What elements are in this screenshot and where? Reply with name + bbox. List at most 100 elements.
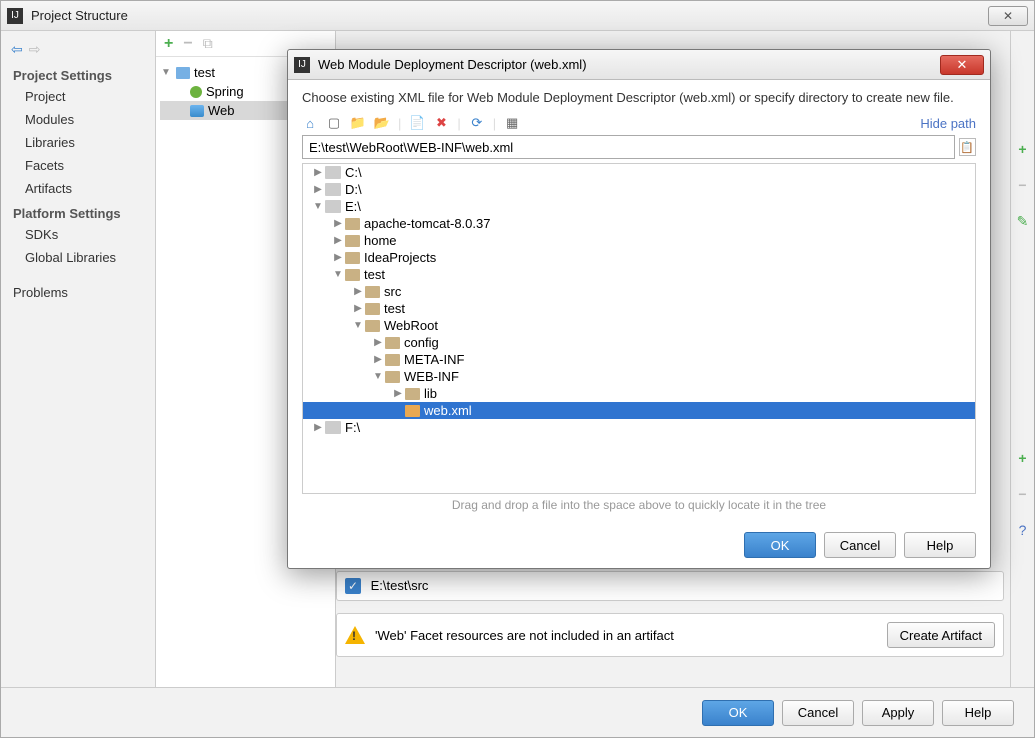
dialog-title: Web Module Deployment Descriptor (web.xm… bbox=[318, 57, 940, 72]
remove-icon[interactable]: − bbox=[183, 35, 192, 53]
minus-icon-2[interactable]: − bbox=[1018, 486, 1026, 502]
sidebar-item-modules[interactable]: Modules bbox=[1, 108, 155, 131]
titlebar: IJ Project Structure ✕ bbox=[1, 1, 1034, 31]
folder-icon bbox=[385, 354, 400, 366]
checkbox-checked-icon[interactable]: ✓ bbox=[345, 578, 361, 594]
source-root-row[interactable]: ✓ E:\test\src bbox=[336, 571, 1004, 601]
dialog-instruction: Choose existing XML file for Web Module … bbox=[302, 90, 976, 105]
help-button[interactable]: Help bbox=[942, 700, 1014, 726]
path-input[interactable] bbox=[302, 135, 955, 159]
plus-icon-2[interactable]: + bbox=[1018, 450, 1026, 466]
folder-webinf[interactable]: ▼WEB-INF bbox=[303, 368, 975, 385]
module-nav-icon[interactable]: 📂 bbox=[374, 115, 390, 131]
nav-arrows: ⇦ ⇨ bbox=[1, 37, 155, 62]
warning-text: 'Web' Facet resources are not included i… bbox=[375, 628, 877, 643]
source-path: E:\test\src bbox=[371, 578, 429, 593]
sidebar-item-global-libraries[interactable]: Global Libraries bbox=[1, 246, 155, 269]
folder-webroot[interactable]: ▼WebRoot bbox=[303, 317, 975, 334]
drive-icon bbox=[325, 421, 341, 434]
project-icon[interactable]: ▢ bbox=[326, 115, 342, 131]
cancel-button[interactable]: Cancel bbox=[782, 700, 854, 726]
folder-icon bbox=[365, 320, 380, 332]
module-label: test bbox=[194, 65, 215, 80]
folder-src[interactable]: ▶src bbox=[303, 283, 975, 300]
new-folder-icon[interactable]: 📁 bbox=[350, 115, 366, 131]
drive-d[interactable]: ▶D:\ bbox=[303, 181, 975, 198]
facet-label: Spring bbox=[206, 84, 244, 99]
folder-icon bbox=[345, 218, 360, 230]
folder-config[interactable]: ▶config bbox=[303, 334, 975, 351]
help-icon[interactable]: ? bbox=[1019, 522, 1027, 538]
dialog-titlebar: IJ Web Module Deployment Descriptor (web… bbox=[288, 50, 990, 80]
sidebar-item-libraries[interactable]: Libraries bbox=[1, 131, 155, 154]
refresh-icon[interactable]: ⟳ bbox=[469, 115, 485, 131]
sidebar-item-problems[interactable]: Problems bbox=[1, 281, 155, 304]
back-icon[interactable]: ⇦ bbox=[11, 41, 23, 58]
warning-icon bbox=[345, 626, 365, 644]
folder-icon bbox=[365, 303, 380, 315]
apply-button[interactable]: Apply bbox=[862, 700, 934, 726]
sidebar-item-sdks[interactable]: SDKs bbox=[1, 223, 155, 246]
folder-icon bbox=[365, 286, 380, 298]
drive-f[interactable]: ▶F:\ bbox=[303, 419, 975, 436]
edit-icon[interactable]: ✎ bbox=[1017, 213, 1029, 230]
sidebar: ⇦ ⇨ Project Settings Project Modules Lib… bbox=[1, 31, 156, 687]
facet-label: Web bbox=[208, 103, 235, 118]
xml-file-icon bbox=[405, 405, 420, 417]
folder-ideaprojects[interactable]: ▶IdeaProjects bbox=[303, 249, 975, 266]
hide-path-link[interactable]: Hide path bbox=[920, 116, 976, 131]
copy-icon[interactable]: ⧉ bbox=[203, 35, 213, 52]
drive-e[interactable]: ▼E:\ bbox=[303, 198, 975, 215]
drive-c[interactable]: ▶C:\ bbox=[303, 164, 975, 181]
home-icon[interactable]: ⌂ bbox=[302, 115, 318, 131]
dialog-help-button[interactable]: Help bbox=[904, 532, 976, 558]
project-structure-window: IJ Project Structure ✕ ⇦ ⇨ Project Setti… bbox=[0, 0, 1035, 738]
dialog-cancel-button[interactable]: Cancel bbox=[824, 532, 896, 558]
forward-icon[interactable]: ⇨ bbox=[29, 41, 41, 58]
dialog-ok-button[interactable]: OK bbox=[744, 532, 816, 558]
show-hidden-icon[interactable]: ▦ bbox=[504, 115, 520, 131]
app-icon: IJ bbox=[7, 8, 23, 24]
add-icon[interactable]: + bbox=[164, 35, 173, 53]
folder-icon bbox=[405, 388, 420, 400]
folder-icon bbox=[345, 252, 360, 264]
create-artifact-button[interactable]: Create Artifact bbox=[887, 622, 995, 648]
drive-icon bbox=[325, 166, 341, 179]
delete-icon[interactable]: ✖ bbox=[433, 115, 449, 131]
sidebar-item-facets[interactable]: Facets bbox=[1, 154, 155, 177]
file-webxml[interactable]: web.xml bbox=[303, 402, 975, 419]
spring-icon bbox=[190, 86, 202, 98]
file-tree[interactable]: ▶C:\ ▶D:\ ▼E:\ ▶apache-tomcat-8.0.37 ▶ho… bbox=[302, 163, 976, 494]
ok-button[interactable]: OK bbox=[702, 700, 774, 726]
plus-icon[interactable]: + bbox=[1018, 141, 1026, 157]
lower-panels: Source Roots ✓ E:\test\src 'Web' Facet r… bbox=[336, 571, 1004, 657]
drive-icon bbox=[325, 200, 341, 213]
sidebar-item-project[interactable]: Project bbox=[1, 85, 155, 108]
minus-icon[interactable]: − bbox=[1018, 177, 1026, 193]
folder-tomcat[interactable]: ▶apache-tomcat-8.0.37 bbox=[303, 215, 975, 232]
drag-drop-hint: Drag and drop a file into the space abov… bbox=[302, 494, 976, 512]
folder-test2[interactable]: ▶test bbox=[303, 300, 975, 317]
window-title: Project Structure bbox=[31, 8, 988, 23]
history-icon[interactable]: 📋 bbox=[959, 138, 976, 156]
dialog-footer: OK Cancel Help bbox=[288, 522, 990, 568]
file-chooser-toolbar: ⌂ ▢ 📁 📂 | 📄 ✖ | ⟳ | ▦ Hide path bbox=[302, 115, 976, 131]
new-file-icon[interactable]: 📄 bbox=[409, 115, 425, 131]
deployment-descriptor-dialog: IJ Web Module Deployment Descriptor (web… bbox=[287, 49, 991, 569]
platform-settings-head: Platform Settings bbox=[1, 200, 155, 223]
project-settings-head: Project Settings bbox=[1, 62, 155, 85]
folder-icon bbox=[385, 337, 400, 349]
dialog-close-button[interactable]: ✕ bbox=[940, 55, 984, 75]
sidebar-item-artifacts[interactable]: Artifacts bbox=[1, 177, 155, 200]
folder-test[interactable]: ▼test bbox=[303, 266, 975, 283]
folder-lib[interactable]: ▶lib bbox=[303, 385, 975, 402]
module-icon bbox=[176, 67, 190, 79]
dialog-icon: IJ bbox=[294, 57, 310, 73]
window-close-button[interactable]: ✕ bbox=[988, 6, 1028, 26]
folder-metainf[interactable]: ▶META-INF bbox=[303, 351, 975, 368]
folder-home[interactable]: ▶home bbox=[303, 232, 975, 249]
path-row: 📋 bbox=[302, 135, 976, 159]
web-icon bbox=[190, 105, 204, 117]
folder-icon bbox=[345, 235, 360, 247]
right-toolbar: + − ✎ + − ? bbox=[1010, 31, 1034, 687]
